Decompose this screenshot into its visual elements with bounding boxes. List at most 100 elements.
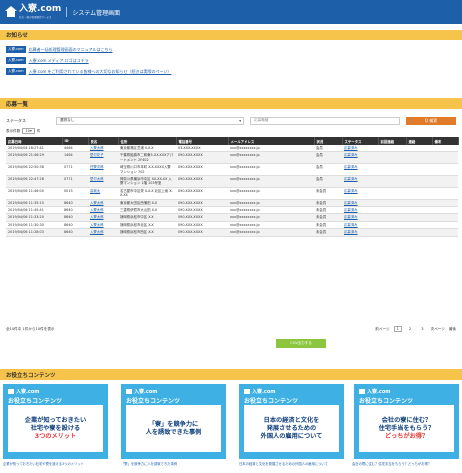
table-row: 2019/04/06 21:46:29 1464 愛付花子 千葉県船橋市二和東5-XX… bbox=[6, 151, 458, 165]
next-page-link[interactable]: 次ページ bbox=[431, 327, 445, 332]
cell-status[interactable]: 応募済み bbox=[342, 206, 378, 215]
cell-last bbox=[378, 175, 406, 188]
table-body: 2019/04/04 18:27:41 4464 入寮太郎 東京都港区芝浦 X-X-X… bbox=[6, 145, 458, 237]
page-1[interactable]: 1 bbox=[393, 326, 402, 332]
card-subtitle: お役立ちコンテンツ bbox=[8, 398, 63, 405]
card-headline: 会社の寮に住む？ 住宅手当をもらう？ どっちがお得？ bbox=[359, 405, 454, 452]
card-subtitle: お役立ちコンテンツ bbox=[244, 398, 299, 405]
cell-note bbox=[432, 199, 458, 208]
table-row: 2019/04/06 11:28:03 8640 入寮太郎 静岡県浜松市西区 X-X 0… bbox=[6, 228, 458, 237]
column-header: 前回連絡 bbox=[378, 137, 407, 145]
cell-note bbox=[432, 206, 458, 215]
result-summary: 全10件中 1件から10件を表示 bbox=[6, 326, 55, 331]
status-select[interactable]: 選択なし ▾ bbox=[56, 116, 244, 125]
column-header: 氏名 bbox=[88, 137, 119, 145]
cell-address: 埼玉県川口市本町 X-X-XXXX入寮マンション 702 bbox=[118, 163, 176, 177]
notice-item: 入寮.com 応募者一括処理管理画面のマニュアルはこちら bbox=[6, 45, 456, 54]
card-caption-link[interactable]: 「寮」を競争力に人を誘致できた事例 bbox=[121, 461, 231, 466]
cell-last bbox=[378, 221, 406, 230]
prev-page-link[interactable]: 前ページ bbox=[375, 327, 389, 332]
column-header: 応募日時 bbox=[6, 137, 63, 145]
search-button[interactable]: Q 検索 bbox=[406, 116, 456, 125]
cell-status[interactable]: 応募済み bbox=[342, 175, 378, 188]
cell-name[interactable]: 高城太 bbox=[88, 187, 118, 200]
cell-email: xxx@xxxxxxxx.jp bbox=[228, 187, 314, 200]
card-subtitle: お役立ちコンテンツ bbox=[359, 398, 414, 405]
cell-name[interactable]: 愛付太郎 bbox=[88, 175, 118, 188]
cell-status[interactable]: 応募済み bbox=[342, 151, 378, 165]
app-header: 入寮.com 社宅・寮の管理運営サービス システム管理画面 bbox=[0, 0, 462, 24]
cell-phone: 090-XXX-XXXX bbox=[176, 187, 228, 200]
cell-note bbox=[432, 163, 458, 177]
per-page-select[interactable]: 10 ▾ bbox=[22, 128, 35, 134]
cell-id: 0771 bbox=[62, 163, 88, 177]
cell-name[interactable]: 入寮太郎 bbox=[88, 228, 118, 237]
cell-address: 東京都大田区西蒲田 X-X bbox=[118, 199, 176, 208]
chevron-down-icon: ▾ bbox=[29, 129, 32, 133]
card-caption-link[interactable]: 企業が知っておきたい社宅や寮を設ける3つのメリット bbox=[3, 461, 113, 466]
cell-email: xxx@xxxxxxxx.jp bbox=[228, 199, 314, 208]
column-header: 連絡 bbox=[406, 137, 433, 145]
content-card[interactable]: 入寮.com お役立ちコンテンツ 会社の寮に住む？ 住宅手当をもらう？ どっちが… bbox=[354, 384, 459, 459]
card-caption-link[interactable]: 会社の寮に住む？住宅手当をもらう？どっちがお得？ bbox=[352, 461, 460, 466]
cell-state: 会員 bbox=[314, 175, 342, 188]
cell-contact bbox=[406, 199, 432, 208]
cell-phone: 090-XXX-XXXX bbox=[176, 151, 228, 165]
content-card[interactable]: 入寮.com お役立ちコンテンツ 日本の経済と文化を 発展させるための 外国人の… bbox=[239, 384, 344, 459]
site-logo[interactable]: 入寮.com 社宅・寮の管理運営サービス bbox=[5, 5, 61, 19]
page-3[interactable]: 3 bbox=[418, 326, 426, 332]
cell-status[interactable]: 応募済み bbox=[342, 199, 378, 208]
cell-note bbox=[432, 221, 458, 230]
notice-link[interactable]: 応募者一括処理管理画面のマニュアルはこちら bbox=[29, 47, 113, 53]
cell-note bbox=[432, 175, 458, 188]
cell-name[interactable]: 入寮太郎 bbox=[88, 221, 118, 230]
column-header: 状況 bbox=[314, 137, 343, 145]
cell-state: 未会員 bbox=[314, 206, 342, 215]
notice-badge: 入寮.com bbox=[6, 68, 26, 75]
cell-status[interactable]: 応募済み bbox=[342, 228, 378, 237]
cell-address: 東京都港区芝浦 X-X-X bbox=[118, 145, 176, 153]
content-card[interactable]: 入寮.com お役立ちコンテンツ 「寮」を競争力に 人を誘致できた事例 bbox=[121, 384, 226, 459]
card-logo: 入寮.com bbox=[359, 388, 454, 395]
cell-name[interactable]: 入寮太郎 bbox=[88, 206, 118, 215]
cell-name[interactable]: 入寮太郎 bbox=[88, 199, 118, 208]
chevron-down-icon: ▾ bbox=[239, 118, 241, 123]
status-filter-label: ステータス bbox=[6, 117, 26, 123]
last-page-link[interactable]: 最後 bbox=[449, 327, 456, 332]
content-card[interactable]: 入寮.com お役立ちコンテンツ 企業が知っておきたい 社宅や寮を設ける 3つの… bbox=[3, 384, 108, 459]
cell-status[interactable]: 応募済み bbox=[342, 187, 378, 200]
cell-name[interactable]: 入寮太郎 bbox=[88, 145, 118, 153]
cell-note bbox=[432, 145, 458, 153]
keyword-input[interactable]: 応募職種 bbox=[250, 116, 400, 125]
csv-export-button[interactable]: CSV出力する bbox=[276, 339, 326, 348]
card-caption-link[interactable]: 日本の経済と文化を発展させるための外国人の雇用について bbox=[239, 461, 349, 466]
notice-link[interactable]: 入寮.com メディア.ロゴはコチラ bbox=[29, 58, 89, 64]
applications-table: 応募日時 ID 氏名 住所 電話番号 メールアドレス 状況 ステータス 前回連絡 連絡 備考 201… bbox=[6, 137, 459, 237]
cell-note bbox=[432, 228, 458, 237]
cell-status[interactable]: 応募済み bbox=[342, 145, 378, 153]
page-2[interactable]: 2 bbox=[406, 326, 414, 332]
cell-name[interactable]: 入寮太郎 bbox=[88, 213, 118, 222]
cell-status[interactable]: 応募済み bbox=[342, 221, 378, 230]
cell-contact bbox=[406, 187, 432, 200]
cell-address: 静岡県浜松市北区 X-X bbox=[118, 221, 176, 230]
cell-phone: 090-XXX-XXXX bbox=[176, 206, 228, 215]
cell-state: 会員 bbox=[314, 163, 342, 177]
cell-last bbox=[378, 145, 406, 153]
cell-phone: 090-XXX-XXXX bbox=[176, 199, 228, 208]
card-headline: 日本の経済と文化を 発展させるための 外国人の雇用について bbox=[244, 405, 339, 452]
cell-status[interactable]: 応募済み bbox=[342, 213, 378, 222]
notice-item: 入寮.com 入寮.com をご利用されている皆様への大切なお知らせ（続きは実際… bbox=[6, 67, 456, 76]
cell-phone: 03-XXX-XXXX bbox=[176, 145, 228, 153]
cell-phone: 090-XXX-XXXX bbox=[176, 175, 228, 188]
cell-name[interactable]: 任寮次郎 bbox=[88, 163, 118, 177]
notice-link[interactable]: 入寮.com をご利用されている皆様への大切なお知らせ（続きは実際のページ） bbox=[29, 69, 172, 75]
cell-state: 未会員 bbox=[314, 213, 342, 222]
cell-last bbox=[378, 206, 406, 215]
cell-id: 8640 bbox=[62, 221, 88, 230]
cell-id: 8640 bbox=[62, 228, 88, 237]
card-logo: 入寮.com bbox=[126, 388, 221, 395]
cell-name[interactable]: 愛付花子 bbox=[88, 151, 118, 165]
cell-status[interactable]: 応募済み bbox=[342, 163, 378, 177]
cell-date: 2019/04/06 11:30:30 bbox=[6, 221, 62, 230]
